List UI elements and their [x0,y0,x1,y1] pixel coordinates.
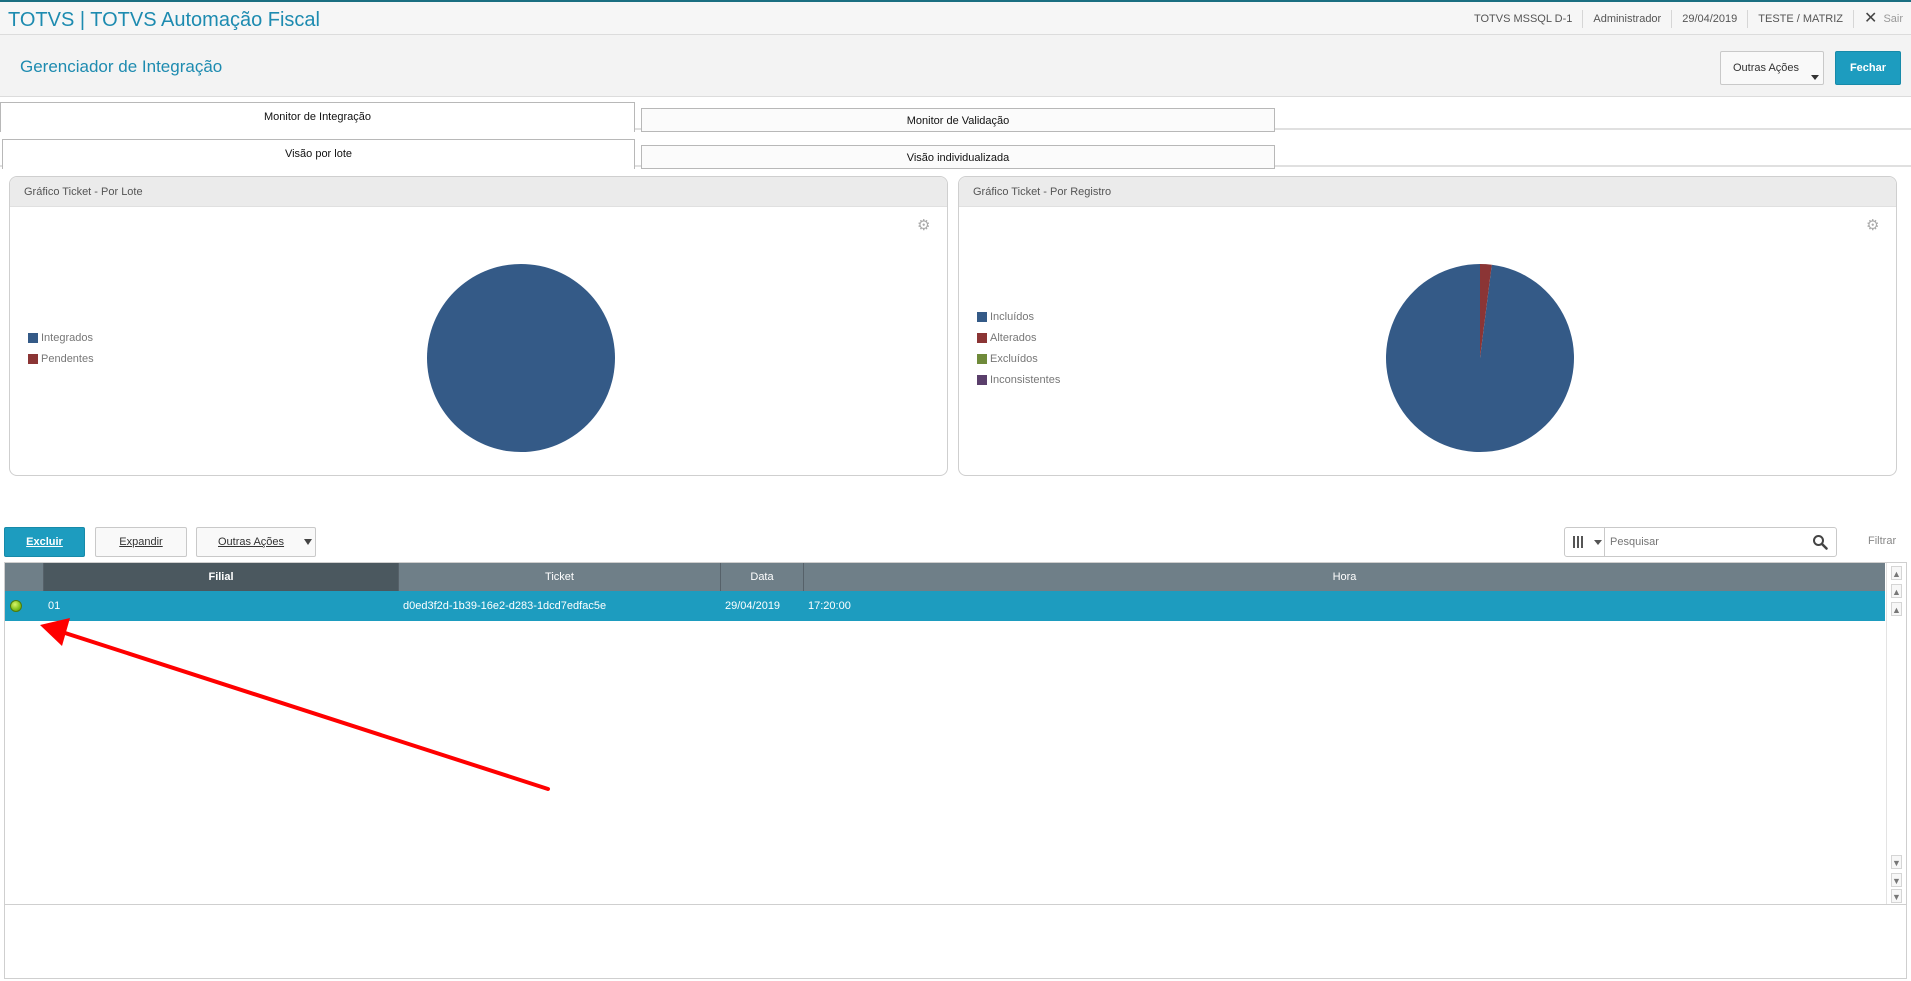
gear-icon[interactable]: ⚙ [1866,218,1880,233]
chevron-down-icon [1811,75,1819,80]
legend-swatch [977,311,987,322]
columns-icon [1573,536,1583,548]
app-title: TOTVS | TOTVS Automação Fiscal [8,9,320,31]
cell-data: 29/04/2019 [725,600,781,612]
cell-ticket: d0ed3f2d-1b39-16e2-d283-1dcd7edfac5e [403,600,607,612]
logout-button[interactable]: ✕ Sair [1853,9,1911,28]
page-header: Gerenciador de Integração Outras Ações F… [0,35,1911,97]
delete-button[interactable]: Excluir [4,527,85,557]
legend-swatch [28,353,38,364]
close-icon: ✕ [1864,9,1878,27]
legend-swatch [28,332,38,343]
user-label: Administrador [1582,9,1671,28]
scroll-page-down-icon[interactable]: ▼ [1891,873,1902,887]
chevron-down-icon [1594,540,1602,545]
legend-swatch [977,332,987,343]
chart-legend: Integrados Pendentes [28,327,94,369]
legend-label: Inconsistentes [990,373,1061,386]
close-button[interactable]: Fechar [1835,51,1901,85]
tab-visao-individualizada[interactable]: Visão individualizada [641,145,1275,169]
page-title: Gerenciador de Integração [20,57,223,76]
chart-panel-registro: Gráfico Ticket - Por Registro ⚙ Incluído… [958,176,1897,476]
legend-label: Excluídos [990,352,1038,365]
legend-item: Incluídos [977,306,1060,327]
cell-filial: 01 [48,600,61,612]
table-row[interactable]: 01 d0ed3f2d-1b39-16e2-d283-1dcd7edfac5e … [5,591,1885,621]
grid-header: Filial Ticket Data Hora [5,563,1885,591]
grid-footer [4,905,1907,979]
header-more-actions-button[interactable]: Outras Ações [1720,51,1824,85]
main-tabs: Monitor de Integração Monitor de Validaç… [0,102,1911,132]
legend-label: Incluídos [990,310,1035,323]
chart-title: Gráfico Ticket - Por Registro [959,177,1896,207]
search-box [1564,527,1837,557]
chart-legend: Incluídos Alterados Excluídos Inconsiste… [977,306,1060,390]
company-label[interactable]: TESTE / MATRIZ [1747,9,1853,28]
sub-tabs: Visão por lote Visão individualizada [0,139,1911,169]
column-header-hora[interactable]: Hora [804,563,1885,591]
tab-monitor-integracao[interactable]: Monitor de Integração [0,102,635,132]
column-header-filial[interactable]: Filial [44,563,399,591]
header-more-actions-label: Outras Ações [1733,62,1800,74]
grid-scrollbar[interactable]: ▲ ▲ ▲ ▼ ▼ ▼ [1886,563,1906,904]
filter-link[interactable]: Filtrar [1868,535,1896,547]
gear-icon[interactable]: ⚙ [917,218,931,233]
logout-label: Sair [1883,12,1903,25]
status-legend-icon[interactable] [10,600,22,612]
legend-item: Excluídos [977,348,1060,369]
legend-label: Pendentes [41,352,94,365]
legend-swatch [977,353,987,364]
tab-monitor-validacao[interactable]: Monitor de Validação [641,108,1275,132]
pie-slice-integrados [427,264,615,452]
date-label: 29/04/2019 [1671,9,1747,28]
more-actions-button[interactable]: Outras Ações [196,527,316,557]
session-info: TOTVS MSSQL D-1 Administrador 29/04/2019… [1464,2,1911,35]
chevron-down-icon [304,539,312,545]
tab-visao-lote[interactable]: Visão por lote [2,139,635,169]
chart-panel-lote: Gráfico Ticket - Por Lote ⚙ Integrados P… [9,176,948,476]
cell-hora: 17:20:00 [808,600,851,612]
tickets-grid: Filial Ticket Data Hora 01 d0ed3f2d-1b39… [4,562,1907,905]
legend-label: Alterados [990,331,1037,344]
search-icon[interactable] [1812,534,1828,550]
scroll-top-icon[interactable]: ▲ [1891,566,1902,580]
column-header-status[interactable] [5,563,44,591]
column-header-ticket[interactable]: Ticket [399,563,721,591]
top-bar: TOTVS | TOTVS Automação Fiscal TOTVS MSS… [0,0,1911,35]
scroll-down-icon[interactable]: ▼ [1891,855,1902,869]
more-actions-label: Outras Ações [218,536,285,548]
scroll-bottom-icon[interactable]: ▼ [1891,889,1902,903]
scroll-up-icon[interactable]: ▲ [1891,602,1902,616]
legend-swatch [977,374,987,385]
legend-label: Integrados [41,331,93,344]
legend-item: Integrados [28,327,94,348]
column-header-data[interactable]: Data [721,563,804,591]
search-input[interactable] [1610,528,1800,556]
columns-button[interactable] [1565,528,1605,556]
pie-chart-lote [427,264,615,452]
scroll-page-up-icon[interactable]: ▲ [1891,584,1902,598]
chart-title: Gráfico Ticket - Por Lote [10,177,947,207]
expand-button[interactable]: Expandir [95,527,187,557]
pie-chart-registro [1386,264,1574,452]
environment-label: TOTVS MSSQL D-1 [1473,12,1573,25]
legend-item: Pendentes [28,348,94,369]
legend-item: Alterados [977,327,1060,348]
legend-item: Inconsistentes [977,369,1060,390]
